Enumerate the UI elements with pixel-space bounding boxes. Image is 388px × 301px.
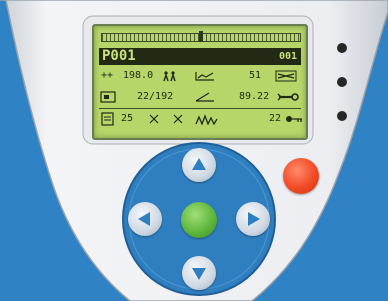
row1-arrows: ++ — [101, 70, 114, 81]
up-button[interactable] — [182, 148, 216, 182]
left-button[interactable] — [128, 202, 162, 236]
machine-icon — [100, 91, 116, 103]
row1-value: 198.0 — [123, 70, 154, 81]
cross-icon-1 — [149, 114, 159, 124]
arrow-down-icon — [192, 268, 206, 280]
graph-icon — [195, 72, 214, 81]
indicator-led-3 — [337, 111, 347, 121]
progress-bar — [101, 31, 301, 42]
ok-button[interactable] — [181, 202, 217, 238]
row3-right-value: 22 — [269, 113, 282, 124]
down-button[interactable] — [182, 256, 216, 290]
row3-value: 25 — [121, 113, 134, 124]
program-header: P001 001 — [99, 48, 301, 65]
stop-button[interactable] — [283, 158, 319, 194]
lcd-screen: P001 001 ++ 198.0 51 22/192 89.22 25 22 — [92, 24, 308, 140]
arrow-left-icon — [138, 212, 150, 226]
row2-right-value: 89.22 — [239, 91, 270, 102]
indicator-led-1 — [337, 43, 347, 53]
progress-marker — [199, 31, 203, 42]
indicator-led-2 — [337, 77, 347, 87]
storage-icon — [101, 112, 114, 126]
people-icon — [163, 71, 176, 82]
lcd-divider — [99, 108, 301, 109]
status-row-2: 22/192 89.22 — [99, 90, 301, 104]
row1-right-value: 51 — [249, 70, 262, 81]
right-button[interactable] — [236, 202, 270, 236]
arrow-up-icon — [192, 158, 206, 170]
waveform-icon — [195, 114, 218, 125]
wrench-icon — [277, 93, 299, 101]
cross-icon-2 — [173, 114, 183, 124]
status-row-3: 25 22 — [99, 112, 302, 126]
program-number: 001 — [278, 51, 297, 62]
row2-value: 22/192 — [137, 91, 174, 102]
program-label: P001 — [102, 48, 136, 64]
device-scene: P001 001 ++ 198.0 51 22/192 89.22 25 22 — [0, 0, 388, 301]
key-icon — [286, 116, 302, 122]
scissors-icon — [275, 70, 297, 82]
arrow-right-icon — [248, 212, 260, 226]
angle-icon — [195, 92, 214, 102]
status-row-1: ++ 198.0 51 — [99, 69, 301, 83]
